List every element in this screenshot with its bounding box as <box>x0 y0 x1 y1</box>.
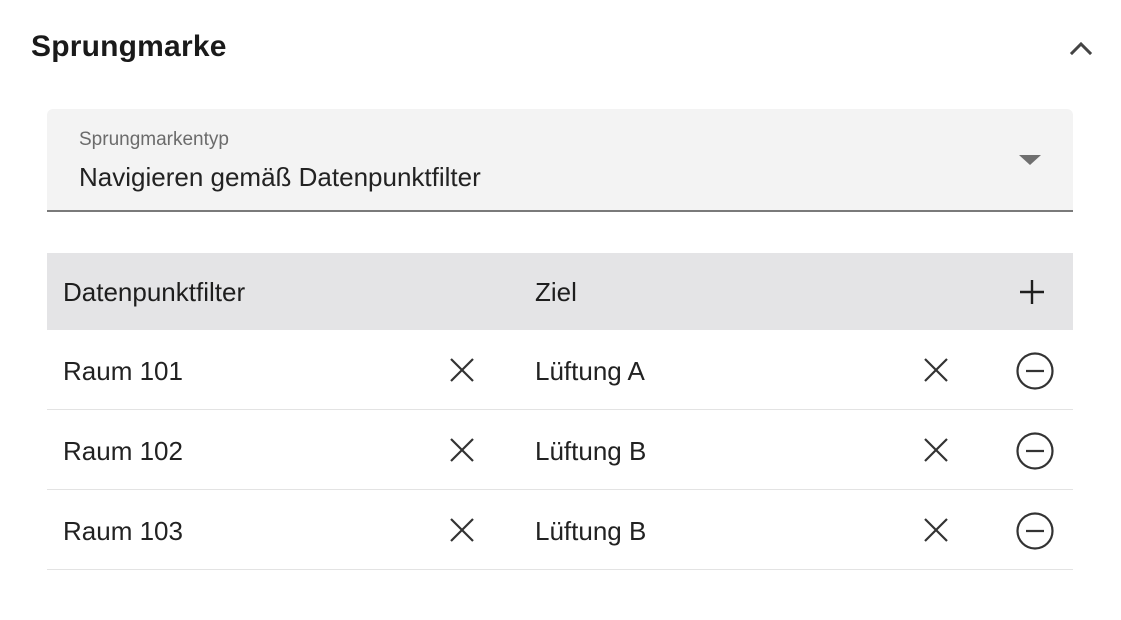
select-value: Navigieren gemäß Datenpunktfilter <box>79 162 481 192</box>
select-label: Sprungmarkentyp <box>79 129 229 150</box>
collapse-button[interactable] <box>1062 30 1100 66</box>
close-icon <box>924 358 948 382</box>
minus-circle-icon <box>1016 432 1054 470</box>
add-row-button[interactable] <box>1015 275 1049 309</box>
table-row: Raum 102 Lüftung B <box>47 410 1073 490</box>
target-cell[interactable]: Lüftung B <box>535 410 646 490</box>
section-header: Sprungmarke <box>0 0 1121 100</box>
dropdown-arrow-icon <box>1019 155 1041 165</box>
table-row: Raum 101 Lüftung A <box>47 330 1073 410</box>
section-title: Sprungmarke <box>31 30 227 63</box>
filter-cell[interactable]: Raum 102 <box>63 410 183 490</box>
chevron-up-icon <box>1069 41 1093 56</box>
jump-target-type-select[interactable]: Sprungmarkentyp Navigieren gemäß Datenpu… <box>47 109 1073 212</box>
clear-filter-button[interactable] <box>446 514 478 546</box>
header-filter: Datenpunktfilter <box>63 277 246 307</box>
minus-circle-icon <box>1016 352 1054 390</box>
remove-row-button[interactable] <box>1015 511 1055 551</box>
close-icon <box>924 438 948 462</box>
target-cell[interactable]: Lüftung B <box>535 490 646 570</box>
minus-circle-icon <box>1016 512 1054 550</box>
filter-target-table: Datenpunktfilter Ziel Raum 101 Lüftung A <box>47 253 1073 570</box>
clear-filter-button[interactable] <box>446 434 478 466</box>
close-icon <box>924 518 948 542</box>
plus-icon <box>1020 280 1044 304</box>
remove-row-button[interactable] <box>1015 351 1055 391</box>
clear-target-button[interactable] <box>920 354 952 386</box>
clear-filter-button[interactable] <box>446 354 478 386</box>
filter-cell[interactable]: Raum 103 <box>63 490 183 570</box>
close-icon <box>450 518 474 542</box>
header-target: Ziel <box>535 277 577 307</box>
close-icon <box>450 358 474 382</box>
clear-target-button[interactable] <box>920 514 952 546</box>
remove-row-button[interactable] <box>1015 431 1055 471</box>
close-icon <box>450 438 474 462</box>
table-row: Raum 103 Lüftung B <box>47 490 1073 570</box>
clear-target-button[interactable] <box>920 434 952 466</box>
table-header: Datenpunktfilter Ziel <box>47 253 1073 330</box>
target-cell[interactable]: Lüftung A <box>535 330 645 410</box>
filter-cell[interactable]: Raum 101 <box>63 330 183 410</box>
